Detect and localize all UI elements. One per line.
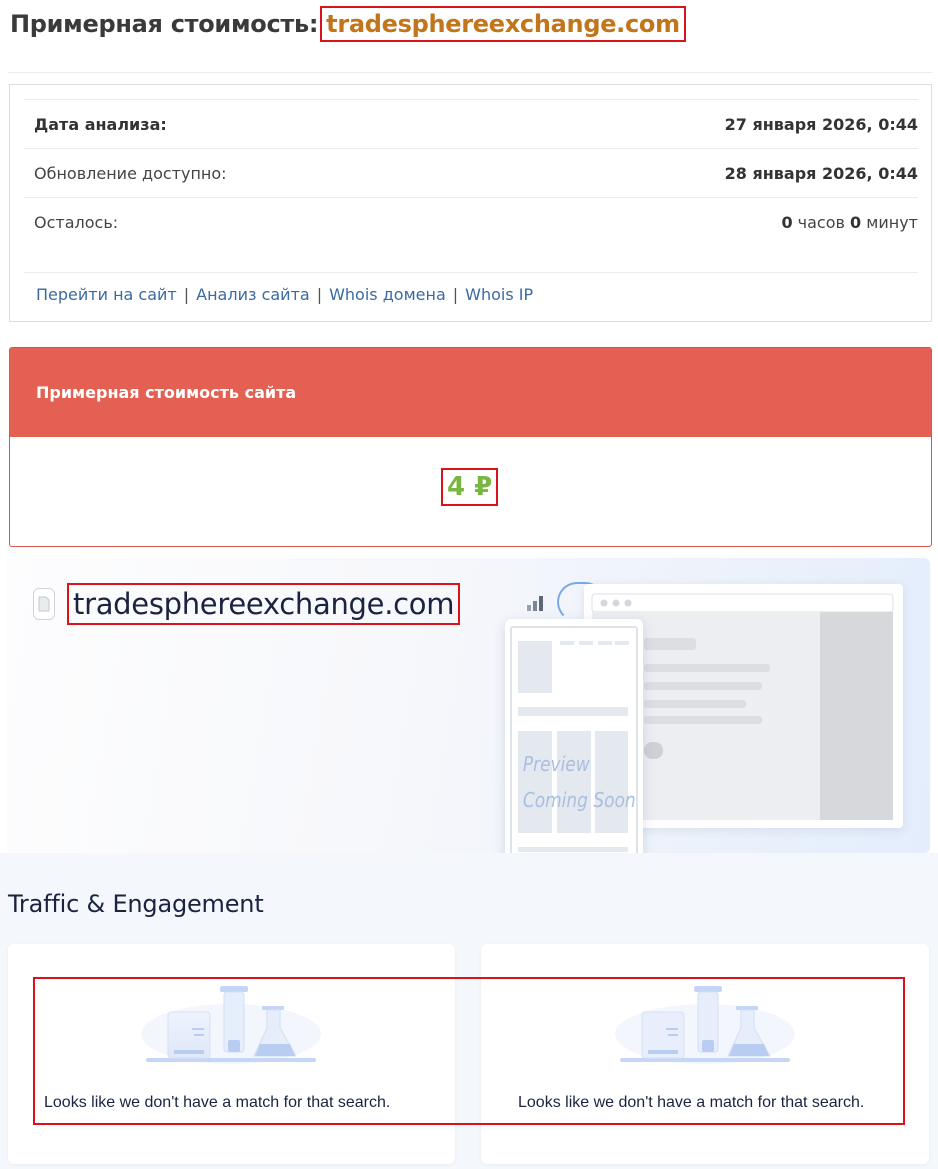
whois-ip-link[interactable]: Whois IP [465, 285, 533, 304]
traffic-card: Looks like we don't have a match for tha… [8, 944, 455, 1164]
site-value-card: Примерная стоимость сайта 4 ₽ [9, 347, 932, 547]
hours-unit: часов [797, 212, 845, 232]
empty-lab-illustration-icon [141, 986, 321, 1064]
empty-lab-illustration-icon [615, 986, 795, 1064]
site-value-amount: 4 ₽ [441, 468, 499, 506]
site-value-card-header: Примерная стоимость сайта [10, 348, 931, 437]
minutes-count: 0 [850, 212, 862, 232]
update-available-value: 28 января 2026, 0:44 [724, 163, 918, 183]
whois-domain-link[interactable]: Whois домена [329, 285, 446, 304]
mobile-preview-mockup: Preview Coming Soon [505, 619, 643, 879]
update-available-row: Обновление доступно: 28 января 2026, 0:4… [24, 148, 918, 197]
traffic-card: Looks like we don't have a match for tha… [481, 944, 929, 1164]
link-separator: | [452, 285, 459, 304]
traffic-engagement-title: Traffic & Engagement [8, 890, 264, 918]
site-links: Перейти на сайт | Анализ сайта | Whois д… [36, 285, 533, 304]
analysis-info-table: Дата анализа: 27 января 2026, 0:44 Обнов… [24, 99, 918, 246]
hours-count: 0 [781, 212, 793, 232]
preview-domain-name: tradesphereexchange.com [67, 583, 461, 625]
analysis-info-panel: Дата анализа: 27 января 2026, 0:44 Обнов… [9, 84, 932, 322]
divider [8, 72, 932, 73]
time-remaining-row: Осталось: 0 часов 0 минут [24, 197, 918, 246]
link-separator: | [316, 285, 323, 304]
no-data-message: Looks like we don't have a match for tha… [518, 1094, 865, 1111]
signal-bars-icon [527, 596, 543, 611]
preview-placeholder-line1: Preview [523, 754, 591, 777]
time-remaining-value: 0 часов 0 минут [781, 213, 918, 232]
page-title-domain: tradesphereexchange.com [320, 6, 686, 42]
document-icon [33, 588, 55, 620]
page-title: Примерная стоимость: tradesphereexchange… [10, 4, 686, 44]
analysis-date-value: 27 января 2026, 0:44 [724, 114, 918, 134]
update-available-label: Обновление доступно: [34, 163, 227, 183]
minutes-unit: минут [866, 212, 918, 232]
site-analysis-link[interactable]: Анализ сайта [196, 285, 310, 304]
time-remaining-label: Осталось: [34, 212, 119, 232]
divider [24, 272, 918, 273]
page-title-prefix: Примерная стоимость: [10, 10, 319, 38]
analysis-date-row: Дата анализа: 27 января 2026, 0:44 [24, 99, 918, 148]
preview-placeholder-line2: Coming Soon [523, 790, 636, 813]
analysis-date-label: Дата анализа: [34, 114, 167, 134]
no-data-message: Looks like we don't have a match for tha… [44, 1094, 391, 1111]
link-separator: | [183, 285, 190, 304]
go-to-site-link[interactable]: Перейти на сайт [36, 285, 177, 304]
